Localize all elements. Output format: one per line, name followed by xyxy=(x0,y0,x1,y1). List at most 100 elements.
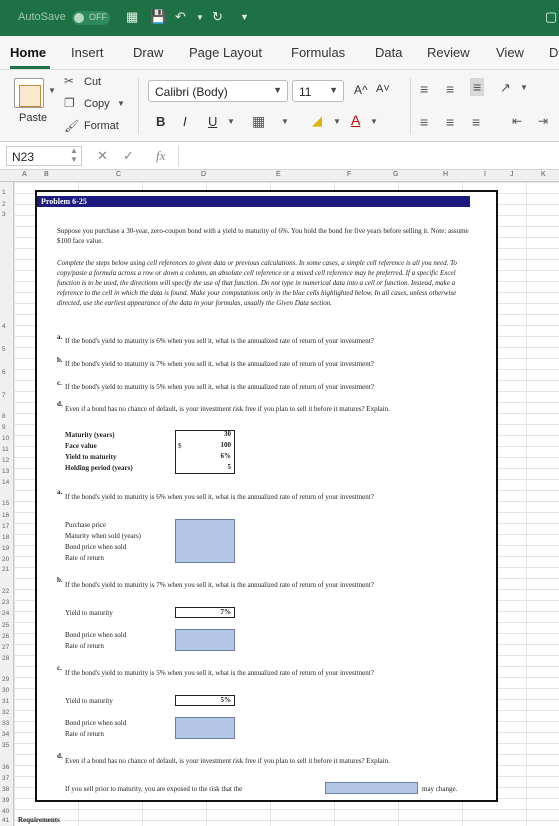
row-number[interactable]: 17 xyxy=(2,523,9,530)
part-a-answer-cells[interactable] xyxy=(175,519,235,563)
row-number[interactable]: 6 xyxy=(2,369,6,376)
part-d-answer-cell[interactable] xyxy=(325,782,418,794)
row-number[interactable]: 38 xyxy=(2,786,9,793)
redo-icon[interactable]: ↻ xyxy=(212,9,223,25)
row-number[interactable]: 19 xyxy=(2,545,9,552)
format-painter-button[interactable]: Format xyxy=(84,120,119,132)
tab-insert[interactable]: Insert xyxy=(71,45,104,60)
row-number[interactable]: 7 xyxy=(2,392,6,399)
row-number[interactable]: 1 xyxy=(2,189,6,196)
undo-icon[interactable]: ↶ xyxy=(175,9,186,25)
decrease-indent-icon[interactable]: ⇤ xyxy=(512,114,522,128)
column-header[interactable]: K xyxy=(541,171,546,178)
row-number[interactable]: 20 xyxy=(2,556,9,563)
row-number[interactable]: 40 xyxy=(2,808,9,815)
name-box-stepper-icon[interactable]: ▲ ▼ xyxy=(70,146,78,164)
undo-dropdown-icon[interactable]: ▼ xyxy=(196,13,204,22)
underline-dropdown-icon[interactable]: ▼ xyxy=(227,117,235,126)
row-number[interactable]: 5 xyxy=(2,346,6,353)
decrease-font-button[interactable]: A˅ xyxy=(376,83,390,95)
row-number[interactable]: 23 xyxy=(2,599,9,606)
tab-formulas[interactable]: Formulas xyxy=(291,45,345,60)
row-number[interactable]: 36 xyxy=(2,764,9,771)
given-value[interactable]: 30 xyxy=(173,430,231,438)
given-value[interactable]: 100 xyxy=(173,441,232,449)
copy-dropdown-icon[interactable]: ▼ xyxy=(117,99,125,108)
row-number[interactable]: 16 xyxy=(2,512,9,519)
row-number[interactable]: 2 xyxy=(2,201,6,208)
align-bottom-icon[interactable]: ≡ xyxy=(470,78,485,96)
column-header[interactable]: H xyxy=(443,171,448,178)
row-number[interactable]: 37 xyxy=(2,775,9,782)
borders-icon[interactable]: ▦ xyxy=(252,113,265,130)
row-number[interactable]: 18 xyxy=(2,534,9,541)
align-left-icon[interactable]: ≡ xyxy=(420,114,428,130)
row-number[interactable]: 35 xyxy=(2,742,9,749)
cut-button[interactable]: Cut xyxy=(84,76,101,88)
row-number[interactable]: 22 xyxy=(2,588,9,595)
font-color-button[interactable]: A xyxy=(351,112,360,128)
column-header[interactable]: F xyxy=(347,171,351,178)
font-family-select[interactable]: Calibri (Body) ▼ xyxy=(148,80,288,102)
row-number[interactable]: 10 xyxy=(2,435,9,442)
given-value[interactable]: 5 xyxy=(173,463,232,471)
row-number[interactable]: 33 xyxy=(2,720,9,727)
align-middle-icon[interactable]: ≡ xyxy=(446,81,454,97)
column-header[interactable]: C xyxy=(116,171,121,178)
paste-dropdown-icon[interactable]: ▼ xyxy=(48,86,56,95)
column-header[interactable]: J xyxy=(510,171,514,178)
part-c-answer-cells[interactable] xyxy=(175,717,235,739)
row-number[interactable]: 28 xyxy=(2,655,9,662)
autosave-toggle[interactable]: OFF xyxy=(72,11,110,25)
grid-icon[interactable]: ▦ xyxy=(126,9,138,25)
fx-icon[interactable]: fx xyxy=(156,148,165,164)
bold-button[interactable]: B xyxy=(156,114,165,129)
italic-button[interactable]: I xyxy=(183,114,187,129)
fill-dropdown-icon[interactable]: ▼ xyxy=(333,117,341,126)
row-number[interactable]: 31 xyxy=(2,698,9,705)
align-center-icon[interactable]: ≡ xyxy=(446,114,454,130)
paste-icon[interactable] xyxy=(14,78,44,108)
row-number[interactable]: 14 xyxy=(2,479,9,486)
part-b-answer-cells[interactable] xyxy=(175,629,235,651)
column-header[interactable]: I xyxy=(484,171,486,178)
tab-home[interactable]: Home xyxy=(10,45,46,60)
borders-dropdown-icon[interactable]: ▼ xyxy=(281,117,289,126)
tab-data[interactable]: Data xyxy=(375,45,402,60)
align-right-icon[interactable]: ≡ xyxy=(472,114,480,130)
row-number[interactable]: 12 xyxy=(2,457,9,464)
row-number[interactable]: 13 xyxy=(2,468,9,475)
row-number[interactable]: 30 xyxy=(2,687,9,694)
paste-button[interactable]: Paste xyxy=(19,112,47,124)
row-number[interactable]: 21 xyxy=(2,566,9,573)
row-number[interactable]: 11 xyxy=(2,446,9,453)
row-number[interactable]: 26 xyxy=(2,633,9,640)
row-number[interactable]: 9 xyxy=(2,424,6,431)
tab-draw[interactable]: Draw xyxy=(133,45,163,60)
part-b-ytm-value[interactable]: 7% xyxy=(173,608,232,616)
fill-color-icon[interactable]: ◢ xyxy=(312,113,322,129)
row-number[interactable]: 15 xyxy=(2,500,9,507)
tab-review[interactable]: Review xyxy=(427,45,470,60)
column-header[interactable]: D xyxy=(201,171,206,178)
row-number[interactable]: 4 xyxy=(2,323,6,330)
part-c-ytm-value[interactable]: 5% xyxy=(173,696,232,704)
tab-more[interactable]: D xyxy=(549,45,558,60)
search-icon[interactable]: ▢ xyxy=(545,9,557,25)
column-header[interactable]: E xyxy=(276,171,281,178)
row-number[interactable]: 25 xyxy=(2,622,9,629)
row-number[interactable]: 3 xyxy=(2,211,6,218)
formula-input[interactable] xyxy=(178,146,559,166)
row-number[interactable]: 8 xyxy=(2,413,6,420)
font-color-dropdown-icon[interactable]: ▼ xyxy=(370,117,378,126)
increase-indent-icon[interactable]: ⇥ xyxy=(538,114,548,128)
save-icon[interactable]: 💾 xyxy=(150,9,166,25)
enter-icon[interactable]: ✓ xyxy=(123,148,134,164)
row-number[interactable]: 34 xyxy=(2,731,9,738)
customize-icon[interactable]: ▼ xyxy=(240,12,249,22)
cancel-icon[interactable]: ✕ xyxy=(97,148,108,164)
copy-button[interactable]: Copy xyxy=(84,98,110,110)
row-number[interactable]: 39 xyxy=(2,797,9,804)
orientation-icon[interactable]: ↗ xyxy=(500,80,511,96)
tab-view[interactable]: View xyxy=(496,45,524,60)
